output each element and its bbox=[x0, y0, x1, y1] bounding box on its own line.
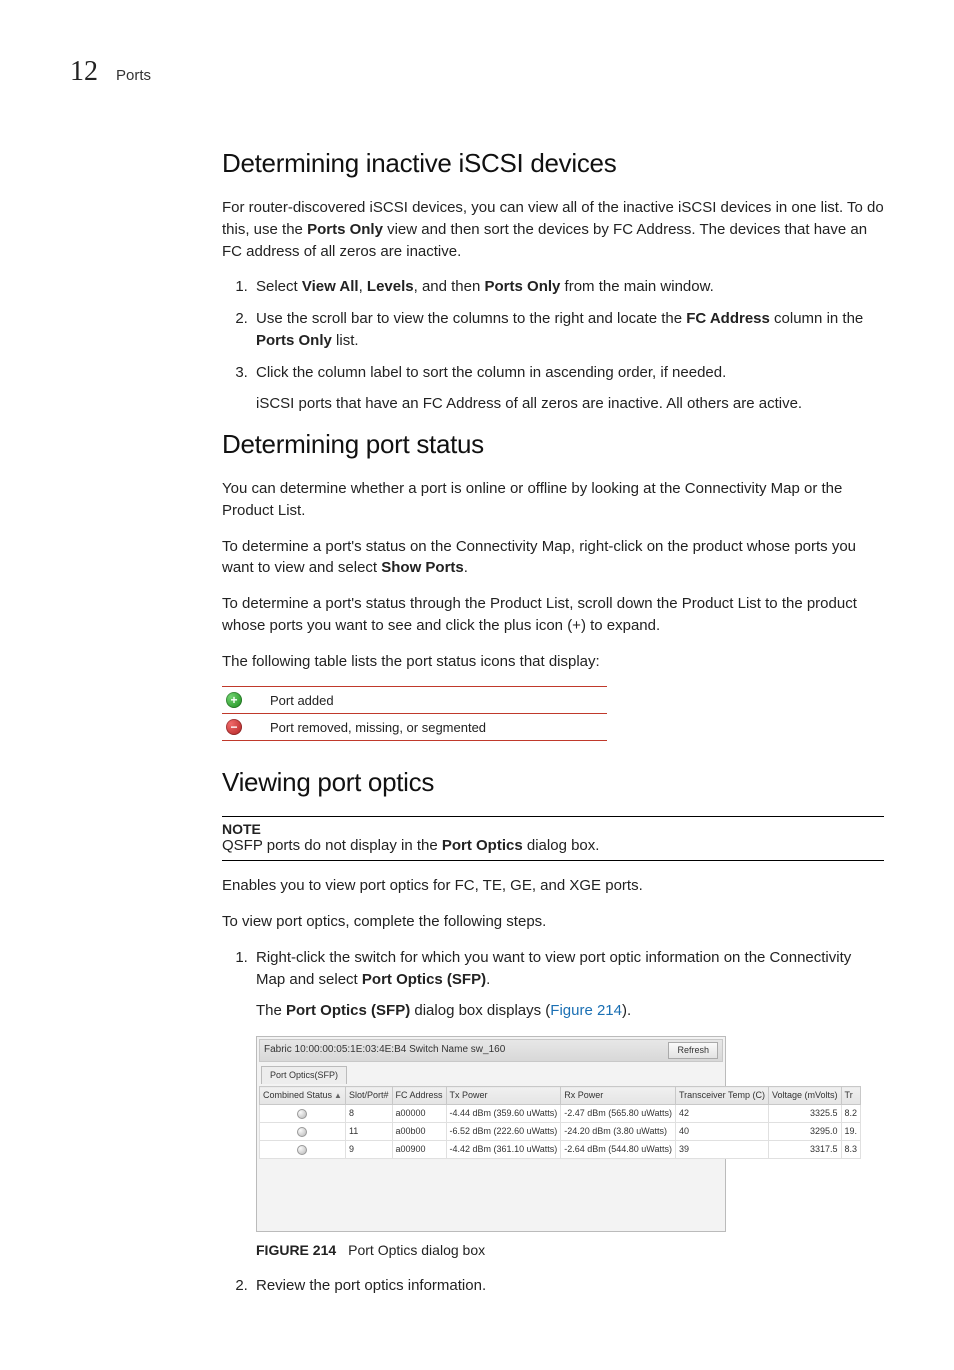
col-combined-status[interactable]: Combined Status▲ bbox=[260, 1087, 346, 1105]
col-truncated[interactable]: Tr bbox=[841, 1087, 861, 1105]
list-item: Right-click the switch for which you wan… bbox=[252, 947, 884, 1261]
col-rx-power[interactable]: Rx Power bbox=[561, 1087, 676, 1105]
steps-list: Select View All, Levels, and then Ports … bbox=[222, 276, 884, 415]
table-row: − Port removed, missing, or segmented bbox=[222, 714, 607, 741]
minus-icon: − bbox=[226, 719, 242, 735]
body-text: You can determine whether a port is onli… bbox=[222, 478, 884, 522]
list-item: Select View All, Levels, and then Ports … bbox=[252, 276, 884, 298]
col-slot-port[interactable]: Slot/Port# bbox=[345, 1087, 392, 1105]
status-led-icon bbox=[297, 1127, 307, 1137]
plus-icon: + bbox=[226, 692, 242, 708]
list-item: Click the column label to sort the colum… bbox=[252, 362, 884, 416]
steps-list: Right-click the switch for which you wan… bbox=[222, 947, 884, 1297]
list-item: Review the port optics information. bbox=[252, 1275, 884, 1297]
port-optics-grid: Combined Status▲ Slot/Port# FC Address T… bbox=[259, 1086, 861, 1159]
running-header: 12 Ports bbox=[70, 56, 884, 88]
col-fc-address[interactable]: FC Address bbox=[392, 1087, 446, 1105]
body-text: To determine a port's status through the… bbox=[222, 593, 884, 637]
screenshot-header: Fabric 10:00:00:05:1E:03:4E:B4 Switch Na… bbox=[264, 1043, 505, 1058]
step-subnote: iSCSI ports that have an FC Address of a… bbox=[256, 393, 884, 415]
figure-link[interactable]: Figure 214 bbox=[550, 1002, 622, 1019]
note-label: NOTE bbox=[222, 821, 884, 837]
port-optics-screenshot: Fabric 10:00:00:05:1E:03:4E:B4 Switch Na… bbox=[256, 1036, 726, 1232]
body-text: To determine a port's status on the Conn… bbox=[222, 536, 884, 580]
status-label: Port added bbox=[264, 687, 607, 714]
note-body: QSFP ports do not display in the Port Op… bbox=[222, 837, 884, 854]
heading-port-optics: Viewing port optics bbox=[222, 767, 884, 798]
col-tx-power[interactable]: Tx Power bbox=[446, 1087, 561, 1105]
body-text: The following table lists the port statu… bbox=[222, 651, 884, 673]
status-led-icon bbox=[297, 1109, 307, 1119]
table-row[interactable]: 11a00b00-6.52 dBm (222.60 uWatts)-24.20 … bbox=[260, 1123, 861, 1141]
list-item: Use the scroll bar to view the columns t… bbox=[252, 308, 884, 352]
tab-port-optics[interactable]: Port Optics(SFP) bbox=[261, 1066, 347, 1084]
note-block: NOTE QSFP ports do not display in the Po… bbox=[222, 816, 884, 861]
sort-asc-icon: ▲ bbox=[334, 1091, 342, 1100]
table-row: + Port added bbox=[222, 687, 607, 714]
status-label: Port removed, missing, or segmented bbox=[264, 714, 607, 741]
heading-inactive-iscsi: Determining inactive iSCSI devices bbox=[222, 148, 884, 179]
col-voltage[interactable]: Voltage (mVolts) bbox=[769, 1087, 842, 1105]
status-led-icon bbox=[297, 1145, 307, 1155]
table-row[interactable]: 8a00000-4.44 dBm (359.60 uWatts)-2.47 dB… bbox=[260, 1105, 861, 1123]
heading-port-status: Determining port status bbox=[222, 429, 884, 460]
table-row[interactable]: 9a00900-4.42 dBm (361.10 uWatts)-2.64 dB… bbox=[260, 1141, 861, 1159]
port-status-table: + Port added − Port removed, missing, or… bbox=[222, 686, 607, 741]
figure-caption: FIGURE 214Port Optics dialog box bbox=[256, 1240, 884, 1260]
intro-paragraph: For router-discovered iSCSI devices, you… bbox=[222, 197, 884, 262]
refresh-button[interactable]: Refresh bbox=[668, 1042, 718, 1059]
col-temp[interactable]: Transceiver Temp (C) bbox=[675, 1087, 768, 1105]
step-subnote: The Port Optics (SFP) dialog box display… bbox=[256, 1000, 884, 1022]
body-text: Enables you to view port optics for FC, … bbox=[222, 875, 884, 897]
chapter-title: Ports bbox=[116, 67, 151, 84]
chapter-number: 12 bbox=[70, 56, 98, 88]
body-text: To view port optics, complete the follow… bbox=[222, 911, 884, 933]
